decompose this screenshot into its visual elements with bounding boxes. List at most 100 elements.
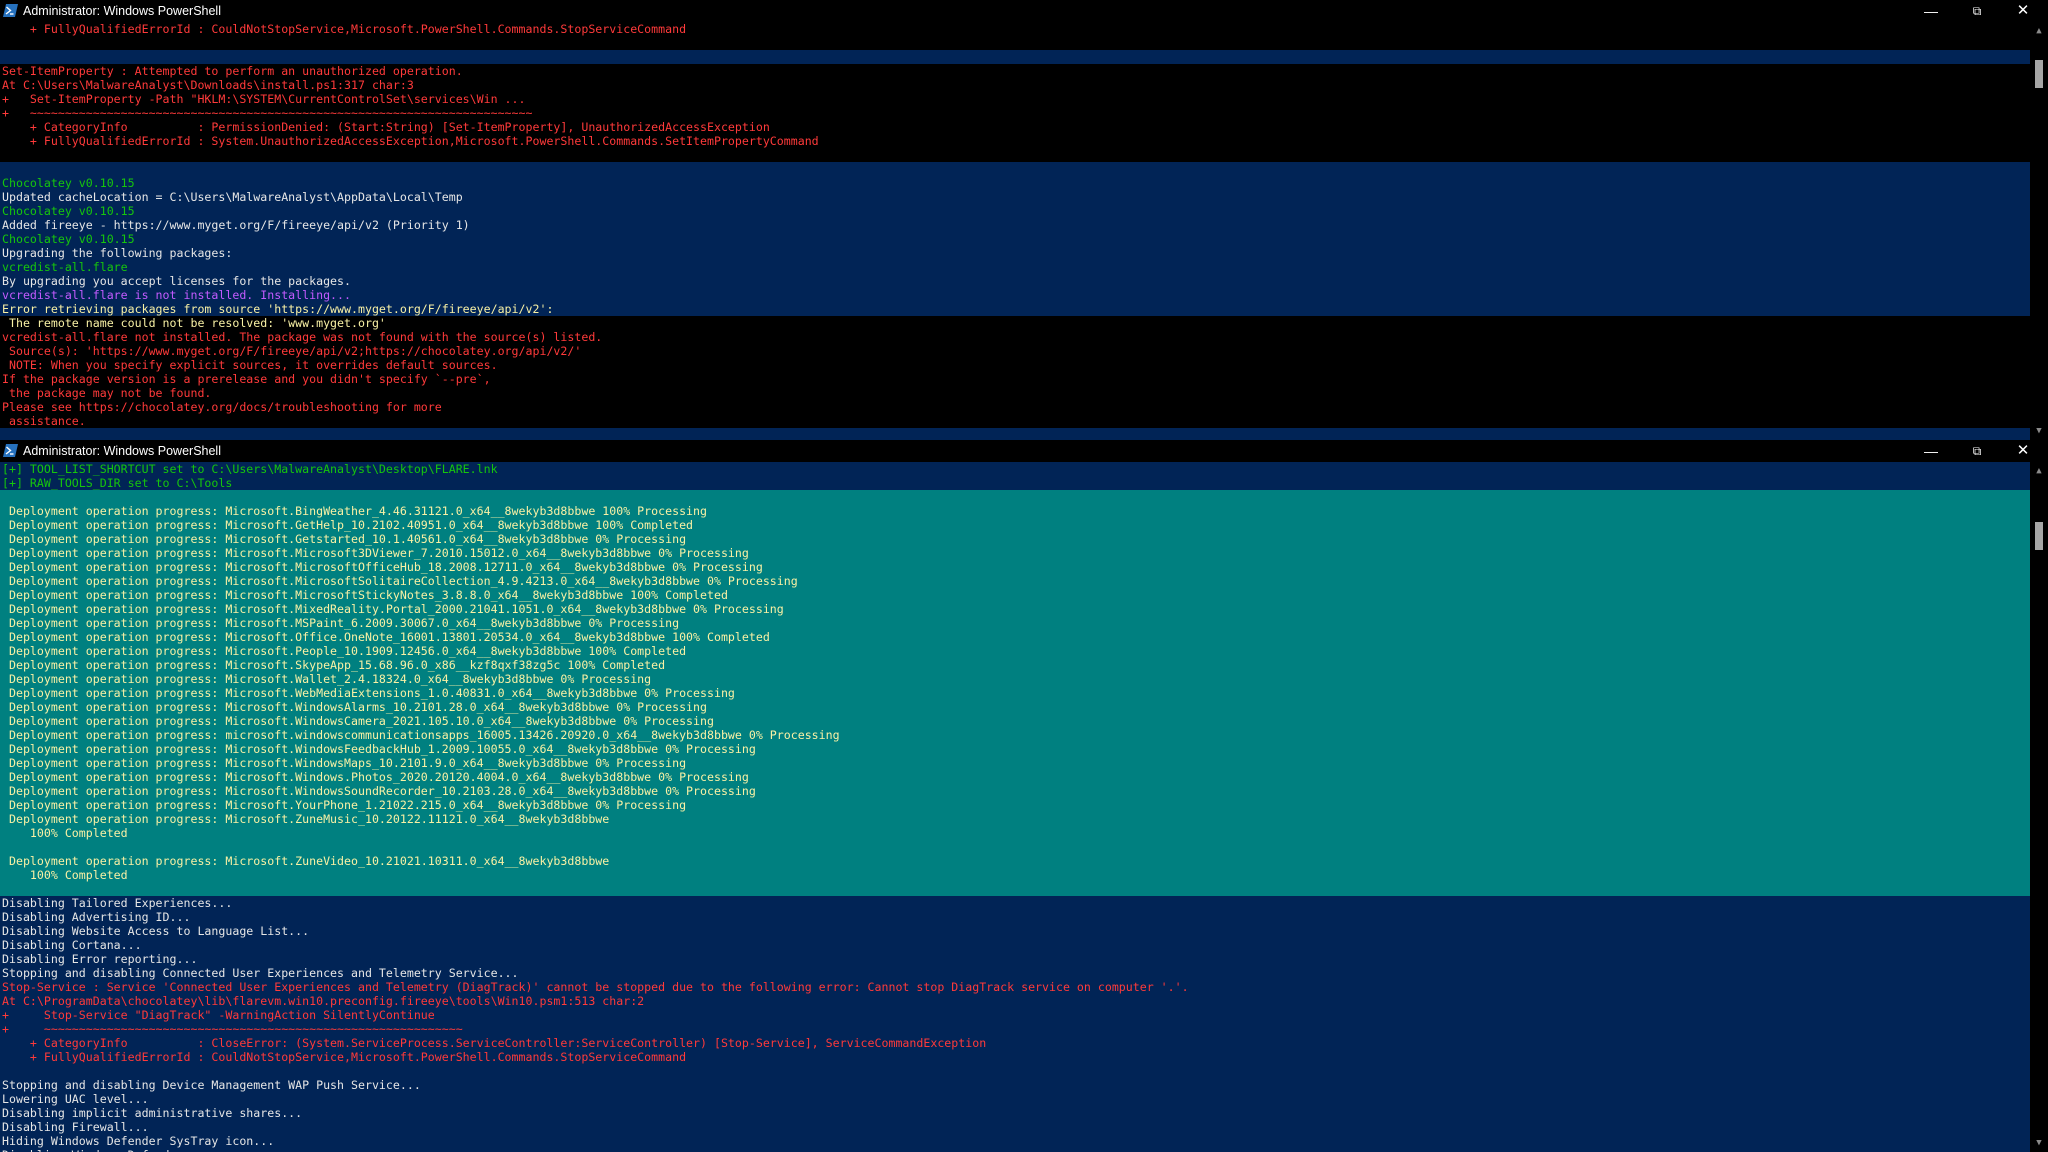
console-line: + Stop-Service "DiagTrack" -WarningActio… — [0, 1008, 2030, 1022]
console-line: + ~~~~~~~~~~~~~~~~~~~~~~~~~~~~~~~~~~~~~~… — [0, 1022, 2030, 1036]
console-line — [0, 50, 2030, 64]
console-line: Deployment operation progress: microsoft… — [0, 728, 2030, 742]
console-line: Stopping and disabling Connected User Ex… — [0, 966, 2030, 980]
console-line: Hiding Windows Defender SysTray icon... — [0, 1134, 2030, 1148]
console-line: Disabling implicit administrative shares… — [0, 1106, 2030, 1120]
console-line — [0, 840, 2030, 854]
console-line: Stop-Service : Service 'Connected User E… — [0, 980, 2030, 994]
console-output[interactable]: [+] TOOL_LIST_SHORTCUT set to C:\Users\M… — [0, 462, 2030, 1152]
scroll-up-arrow-icon[interactable]: ▲ — [2030, 24, 2048, 38]
console-line: By upgrading you accept licenses for the… — [0, 274, 2030, 288]
console-line: Chocolatey v0.10.15 — [0, 232, 2030, 246]
console-line: + FullyQualifiedErrorId : CouldNotStopSe… — [0, 1050, 2030, 1064]
console-line: Upgrading the following packages: — [0, 246, 2030, 260]
console-line: Deployment operation progress: Microsoft… — [0, 770, 2030, 784]
console-line: Chocolatey v0.10.15 — [0, 204, 2030, 218]
console-line: Error retrieving packages from source 'h… — [0, 302, 2030, 316]
console-line: vcredist-all.flare is not installed. Ins… — [0, 288, 2030, 302]
console-line: At C:\ProgramData\chocolatey\lib\flarevm… — [0, 994, 2030, 1008]
vertical-scrollbar[interactable]: ▲ ▼ — [2030, 22, 2048, 440]
console-line: Deployment operation progress: Microsoft… — [0, 518, 2030, 532]
console-line: + Set-ItemProperty -Path "HKLM:\SYSTEM\C… — [0, 92, 2030, 106]
console-line: Deployment operation progress: Microsoft… — [0, 742, 2030, 756]
console-line: Deployment operation progress: Microsoft… — [0, 784, 2030, 798]
console-line: Deployment operation progress: Microsoft… — [0, 756, 2030, 770]
console-line: Disabling Advertising ID... — [0, 910, 2030, 924]
console-line: Deployment operation progress: Microsoft… — [0, 672, 2030, 686]
console-line: Deployment operation progress: Microsoft… — [0, 686, 2030, 700]
console-line — [0, 148, 2030, 162]
console-line: Disabling Cortana... — [0, 938, 2030, 952]
console-line: + CategoryInfo : CloseError: (System.Ser… — [0, 1036, 2030, 1050]
console-line: [+] RAW_TOOLS_DIR set to C:\Tools — [0, 476, 2030, 490]
console-line: Deployment operation progress: Microsoft… — [0, 812, 2030, 826]
console-line: Deployment operation progress: Microsoft… — [0, 546, 2030, 560]
console-line: Deployment operation progress: Microsoft… — [0, 504, 2030, 518]
console-line: Please see https://chocolatey.org/docs/t… — [0, 400, 2030, 414]
console-line: Deployment operation progress: Microsoft… — [0, 616, 2030, 630]
console-line: + FullyQualifiedErrorId : CouldNotStopSe… — [0, 22, 2030, 36]
console-line: At C:\Users\MalwareAnalyst\Downloads\ins… — [0, 78, 2030, 92]
close-icon[interactable]: ✕ — [2000, 0, 2046, 22]
minimize-icon[interactable]: — — [1908, 0, 1954, 22]
console-line — [0, 428, 2030, 440]
console-line: NOTE: When you specify explicit sources,… — [0, 358, 2030, 372]
console-line: Deployment operation progress: Microsoft… — [0, 602, 2030, 616]
console-line: Deployment operation progress: Microsoft… — [0, 714, 2030, 728]
title-bar[interactable]: Administrator: Windows PowerShell — ⧉ ✕ — [0, 0, 2048, 22]
console-line: Deployment operation progress: Microsoft… — [0, 630, 2030, 644]
scroll-down-arrow-icon[interactable]: ▼ — [2030, 424, 2048, 438]
close-icon[interactable]: ✕ — [2000, 440, 2046, 462]
console-line — [0, 162, 2030, 176]
console-line: 100% Completed — [0, 826, 2030, 840]
console-line: + CategoryInfo : PermissionDenied: (Star… — [0, 120, 2030, 134]
console-line: Deployment operation progress: Microsoft… — [0, 700, 2030, 714]
console-line: Disabling Windows Defender... — [0, 1148, 2030, 1152]
powershell-window-bottom[interactable]: Administrator: Windows PowerShell — ⧉ ✕ … — [0, 440, 2048, 1152]
console-line: Deployment operation progress: Microsoft… — [0, 798, 2030, 812]
console-line: 100% Completed — [0, 868, 2030, 882]
console-line: Stopping and disabling Device Management… — [0, 1078, 2030, 1092]
console-line: Deployment operation progress: Microsoft… — [0, 574, 2030, 588]
console-line: Disabling Website Access to Language Lis… — [0, 924, 2030, 938]
console-line — [0, 882, 2030, 896]
scrollbar-thumb[interactable] — [2035, 522, 2043, 550]
console-line: Set-ItemProperty : Attempted to perform … — [0, 64, 2030, 78]
console-line: vcredist-all.flare — [0, 260, 2030, 274]
restore-icon[interactable]: ⧉ — [1954, 440, 2000, 462]
console-line: Deployment operation progress: Microsoft… — [0, 644, 2030, 658]
powershell-window-top[interactable]: Administrator: Windows PowerShell — ⧉ ✕ … — [0, 0, 2048, 440]
console-line: + ~~~~~~~~~~~~~~~~~~~~~~~~~~~~~~~~~~~~~~… — [0, 106, 2030, 120]
console-output[interactable]: + FullyQualifiedErrorId : CouldNotStopSe… — [0, 22, 2030, 440]
console-line: Disabling Tailored Experiences... — [0, 896, 2030, 910]
console-line: Chocolatey v0.10.15 — [0, 176, 2030, 190]
console-line: Deployment operation progress: Microsoft… — [0, 532, 2030, 546]
console-line: Added fireeye - https://www.myget.org/F/… — [0, 218, 2030, 232]
console-line: The remote name could not be resolved: '… — [0, 316, 2030, 330]
console-line: Disabling Error reporting... — [0, 952, 2030, 966]
scrollbar-thumb[interactable] — [2035, 60, 2043, 88]
console-line: Lowering UAC level... — [0, 1092, 2030, 1106]
console-line: Deployment operation progress: Microsoft… — [0, 854, 2030, 868]
console-line: Deployment operation progress: Microsoft… — [0, 658, 2030, 672]
scroll-down-arrow-icon[interactable]: ▼ — [2030, 1136, 2048, 1150]
window-title: Administrator: Windows PowerShell — [23, 444, 221, 458]
window-title: Administrator: Windows PowerShell — [23, 4, 221, 18]
console-line: [+] TOOL_LIST_SHORTCUT set to C:\Users\M… — [0, 462, 2030, 476]
powershell-icon — [3, 4, 18, 17]
minimize-icon[interactable]: — — [1908, 440, 1954, 462]
console-line: Disabling Firewall... — [0, 1120, 2030, 1134]
scroll-up-arrow-icon[interactable]: ▲ — [2030, 464, 2048, 478]
console-line: Deployment operation progress: Microsoft… — [0, 588, 2030, 602]
console-line: vcredist-all.flare not installed. The pa… — [0, 330, 2030, 344]
console-line — [0, 36, 2030, 50]
console-line: Source(s): 'https://www.myget.org/F/fire… — [0, 344, 2030, 358]
console-line — [0, 490, 2030, 504]
vertical-scrollbar[interactable]: ▲ ▼ — [2030, 462, 2048, 1152]
console-line: assistance. — [0, 414, 2030, 428]
console-line: the package may not be found. — [0, 386, 2030, 400]
console-line: + FullyQualifiedErrorId : System.Unautho… — [0, 134, 2030, 148]
console-line: If the package version is a prerelease a… — [0, 372, 2030, 386]
title-bar[interactable]: Administrator: Windows PowerShell — ⧉ ✕ — [0, 440, 2048, 462]
restore-icon[interactable]: ⧉ — [1954, 0, 2000, 22]
